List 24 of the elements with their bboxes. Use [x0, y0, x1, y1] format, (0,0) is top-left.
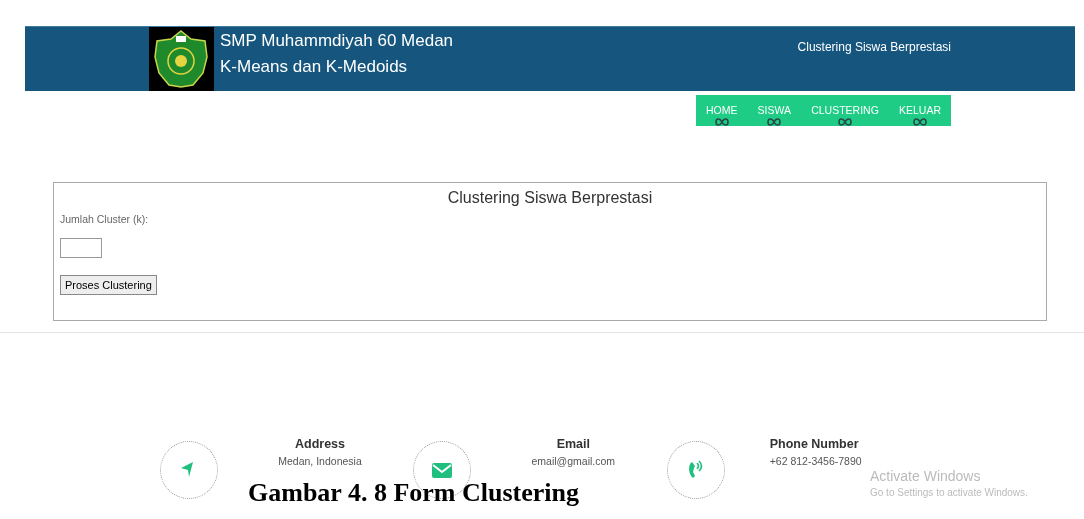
page-title: Clustering Siswa Berprestasi	[797, 39, 951, 56]
nav-link[interactable]: CLUSTERING	[811, 104, 879, 126]
figure-caption: Gambar 4. 8 Form Clustering	[248, 478, 579, 508]
loop-icon	[912, 118, 927, 126]
contact-detail: email@gmail.com	[531, 455, 616, 467]
nav-link[interactable]: HOME	[706, 104, 738, 126]
nav-link[interactable]: KELUAR	[898, 104, 941, 126]
field-label: Jumlah Cluster (k):	[60, 213, 149, 225]
input-field[interactable]	[60, 238, 102, 258]
form-title: Clustering Siswa Berprestasi	[446, 189, 654, 207]
activation-notice-title: Activate Windows	[870, 468, 982, 484]
contact-title: Email	[556, 437, 590, 451]
contact-detail: +62 812-3456-7890	[769, 455, 862, 467]
loop-icon	[714, 118, 729, 126]
nav-link[interactable]: SISWA	[757, 104, 792, 126]
loop-icon	[767, 118, 782, 126]
contact-detail: Medan, Indonesia	[278, 455, 362, 467]
loop-icon	[838, 118, 852, 126]
app-subtitle: K-Means dan K-Medoids	[220, 57, 409, 77]
school-name: SMP Muhammdiyah 60 Medan	[220, 31, 454, 51]
contact-title: Address	[295, 437, 345, 451]
activation-notice-text: Go to Settings to activate Windows.	[870, 487, 1028, 498]
contact-title: Phone Number	[769, 437, 859, 451]
submit-button[interactable]: Proses Clustering	[60, 275, 157, 295]
